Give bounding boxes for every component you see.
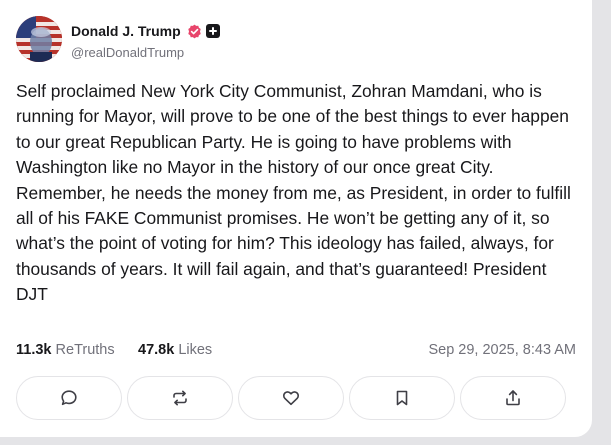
retruth-button[interactable] <box>127 376 233 420</box>
bookmark-icon <box>396 390 408 406</box>
bookmark-button[interactable] <box>349 376 455 420</box>
repost-icon <box>173 390 187 406</box>
author-handle[interactable]: @realDonaldTrump <box>71 45 184 60</box>
author-display-name[interactable]: Donald J. Trump <box>71 23 181 39</box>
retruths-label: ReTruths <box>55 342 115 358</box>
likes-stat[interactable]: 47.8k Likes <box>138 342 212 358</box>
reply-button[interactable] <box>16 376 122 420</box>
post-header: Donald J. Trump @realDonaldTrump <box>16 16 576 64</box>
author-name-row: Donald J. Trump <box>71 21 220 41</box>
post-card: Donald J. Trump @realDonaldTrump Self pr… <box>0 0 593 438</box>
likes-count: 47.8k <box>138 342 175 358</box>
post-timestamp[interactable]: Sep 29, 2025, 8:43 AM <box>428 342 576 358</box>
post-stats: 11.3k ReTruths 47.8k Likes Sep 29, 2025,… <box>16 342 576 360</box>
retruths-stat[interactable]: 11.3k ReTruths <box>16 342 115 358</box>
heart-icon <box>282 391 300 406</box>
share-button[interactable] <box>460 376 566 420</box>
post-body-text: Self proclaimed New York City Communist,… <box>16 81 571 305</box>
plus-badge-icon <box>205 24 220 38</box>
post-action-bar <box>16 376 576 420</box>
author-avatar[interactable] <box>16 16 62 62</box>
share-icon <box>506 390 520 406</box>
retruths-count: 11.3k <box>16 342 52 358</box>
likes-label: Likes <box>178 342 213 358</box>
like-button[interactable] <box>238 376 344 420</box>
chat-bubble-icon <box>61 390 77 406</box>
verified-badge-icon <box>187 24 202 39</box>
